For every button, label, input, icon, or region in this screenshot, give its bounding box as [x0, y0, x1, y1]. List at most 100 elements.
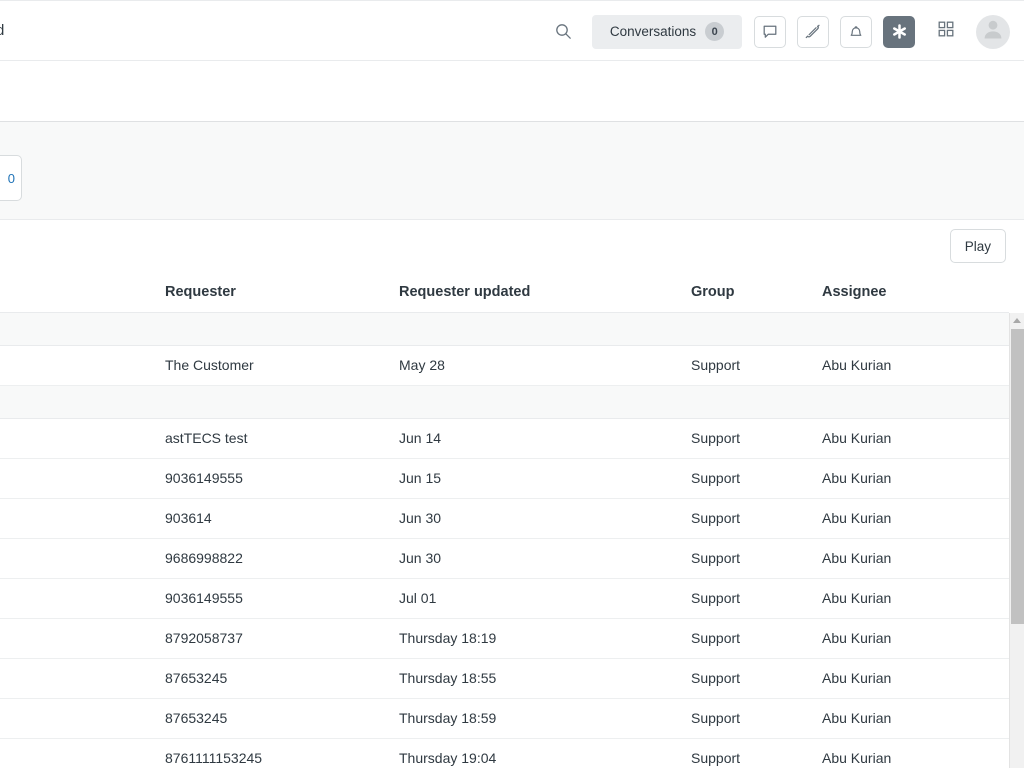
table-row[interactable]: 87653245 Thursday 18:55 Support Abu Kurian — [0, 658, 1009, 699]
table-row[interactable]: 8761111153245 Thursday 19:04 Support Abu Ku… — [0, 738, 1009, 768]
truncated-page-title: d — [0, 22, 5, 39]
scroll-up-arrow-icon[interactable] — [1010, 313, 1024, 328]
cell-assignee: Abu Kurian — [822, 738, 1009, 768]
filter-chip-label: 0 — [7, 170, 15, 186]
cell-requester: 9036149555 — [165, 578, 399, 619]
separator-cell — [0, 311, 1009, 346]
row-select-cell[interactable] — [0, 418, 165, 459]
cell-group: Support — [691, 658, 822, 699]
table-group-separator-row — [0, 311, 1009, 346]
table-header-row: Requester Requester updated Group Assign… — [0, 272, 1009, 313]
play-button[interactable]: Play — [949, 229, 1006, 263]
vertical-scrollbar[interactable] — [1009, 313, 1024, 768]
table-row[interactable]: 8792058737 Thursday 18:19 Support Abu Kuria… — [0, 618, 1009, 659]
cell-requester: 87653245 — [165, 698, 399, 739]
cell-group: Support — [691, 698, 822, 739]
table-row[interactable]: 9036149555 Jun 15 Support Abu Kurian — [0, 458, 1009, 499]
cell-assignee: Abu Kurian — [822, 658, 1009, 699]
bell-icon — [848, 24, 864, 40]
secondary-toolbar — [0, 61, 1024, 122]
apps-grid-button[interactable] — [930, 16, 962, 48]
cell-assignee: Abu Kurian — [822, 498, 1009, 539]
cell-group: Support — [691, 418, 822, 459]
cell-assignee: Abu Kurian — [822, 618, 1009, 659]
table-row[interactable]: astTECS test Jun 14 Support Abu Kurian — [0, 418, 1009, 459]
table-row[interactable]: 903614 Jun 30 Support Abu Kurian — [0, 498, 1009, 539]
cell-group: Support — [691, 738, 822, 768]
row-select-cell[interactable] — [0, 458, 165, 499]
notifications-button[interactable] — [840, 15, 872, 48]
cell-group: Support — [691, 498, 822, 539]
cell-assignee: Abu Kurian — [822, 578, 1009, 619]
grid-apps-icon — [937, 20, 955, 43]
cell-group: Support — [691, 578, 822, 619]
filter-chip-partial[interactable]: 0 — [0, 155, 22, 201]
cell-requester-updated: Jun 30 — [399, 498, 691, 539]
asterisk-icon — [891, 23, 908, 40]
conversations-label: Conversations — [609, 24, 697, 39]
cell-assignee: Abu Kurian — [822, 458, 1009, 499]
cell-assignee: Abu Kurian — [822, 345, 1009, 386]
cell-assignee: Abu Kurian — [822, 538, 1009, 579]
table-row[interactable]: 9686998822 Jun 30 Support Abu Kurian — [0, 538, 1009, 579]
top-bar-actions: Conversations 0 — [543, 1, 1010, 62]
cell-requester-updated: Jul 01 — [399, 578, 691, 619]
phone-icon — [805, 24, 821, 40]
table-row[interactable]: The Customer May 28 Support Abu Kurian — [0, 345, 1009, 386]
cell-requester-updated: Jun 30 — [399, 538, 691, 579]
column-header-group[interactable]: Group — [691, 272, 822, 313]
user-avatar-icon — [976, 15, 1010, 49]
row-select-cell[interactable] — [0, 658, 165, 699]
tickets-table-head: Requester Requester updated Group Assign… — [0, 272, 1009, 313]
cell-requester-updated: Thursday 18:59 — [399, 698, 691, 739]
apps-asterisk-button[interactable] — [883, 15, 915, 48]
column-header-blank[interactable] — [0, 272, 165, 313]
app-root: d Conversations 0 0 Play Requester Reque… — [0, 0, 1024, 768]
tickets-table: Requester Requester updated Group Assign… — [0, 272, 1009, 768]
conversations-tab[interactable]: Conversations 0 — [592, 14, 742, 49]
filter-band: 0 — [0, 122, 1024, 220]
row-select-cell[interactable] — [0, 738, 165, 768]
row-select-cell[interactable] — [0, 618, 165, 659]
chat-button[interactable] — [754, 15, 786, 48]
row-select-cell[interactable] — [0, 698, 165, 739]
cell-group: Support — [691, 618, 822, 659]
cell-requester: 87653245 — [165, 658, 399, 699]
table-row[interactable]: 87653245 Thursday 18:59 Support Abu Kurian — [0, 698, 1009, 739]
chat-bubble-icon — [762, 24, 778, 40]
cell-requester: 903614 — [165, 498, 399, 539]
cell-requester: The Customer — [165, 345, 399, 386]
table-group-separator-row — [0, 384, 1009, 419]
tickets-table-wrap: Requester Requester updated Group Assign… — [0, 272, 1024, 768]
scrollbar-thumb[interactable] — [1011, 329, 1024, 624]
column-header-requester-updated[interactable]: Requester updated — [399, 272, 691, 313]
avatar[interactable] — [976, 14, 1010, 49]
cell-requester-updated: Jun 14 — [399, 418, 691, 459]
cell-requester-updated: May 28 — [399, 345, 691, 386]
column-header-assignee[interactable]: Assignee — [822, 272, 1009, 313]
cell-requester-updated: Thursday 19:04 — [399, 738, 691, 768]
cell-requester: 9686998822 — [165, 538, 399, 579]
tickets-table-body: The Customer May 28 Support Abu Kurian astTE… — [0, 311, 1009, 768]
cell-requester: 8761111153245 — [165, 738, 399, 768]
row-select-cell[interactable] — [0, 498, 165, 539]
list-toolbar: Play — [0, 220, 1024, 272]
cell-group: Support — [691, 345, 822, 386]
tickets-content: Play Requester Requester updated Group A… — [0, 220, 1024, 768]
cell-assignee: Abu Kurian — [822, 418, 1009, 459]
phone-button[interactable] — [797, 15, 829, 48]
row-select-cell[interactable] — [0, 538, 165, 579]
cell-requester: 9036149555 — [165, 458, 399, 499]
search-icon — [555, 23, 572, 40]
cell-group: Support — [691, 538, 822, 579]
triangle-up-icon — [1013, 318, 1021, 323]
row-select-cell[interactable] — [0, 578, 165, 619]
row-select-cell[interactable] — [0, 345, 165, 386]
top-navigation-bar: d Conversations 0 — [0, 0, 1024, 61]
cell-requester: astTECS test — [165, 418, 399, 459]
search-button[interactable] — [543, 12, 583, 52]
cell-requester-updated: Thursday 18:19 — [399, 618, 691, 659]
table-row[interactable]: 9036149555 Jul 01 Support Abu Kurian — [0, 578, 1009, 619]
column-header-requester[interactable]: Requester — [165, 272, 399, 313]
cell-assignee: Abu Kurian — [822, 698, 1009, 739]
